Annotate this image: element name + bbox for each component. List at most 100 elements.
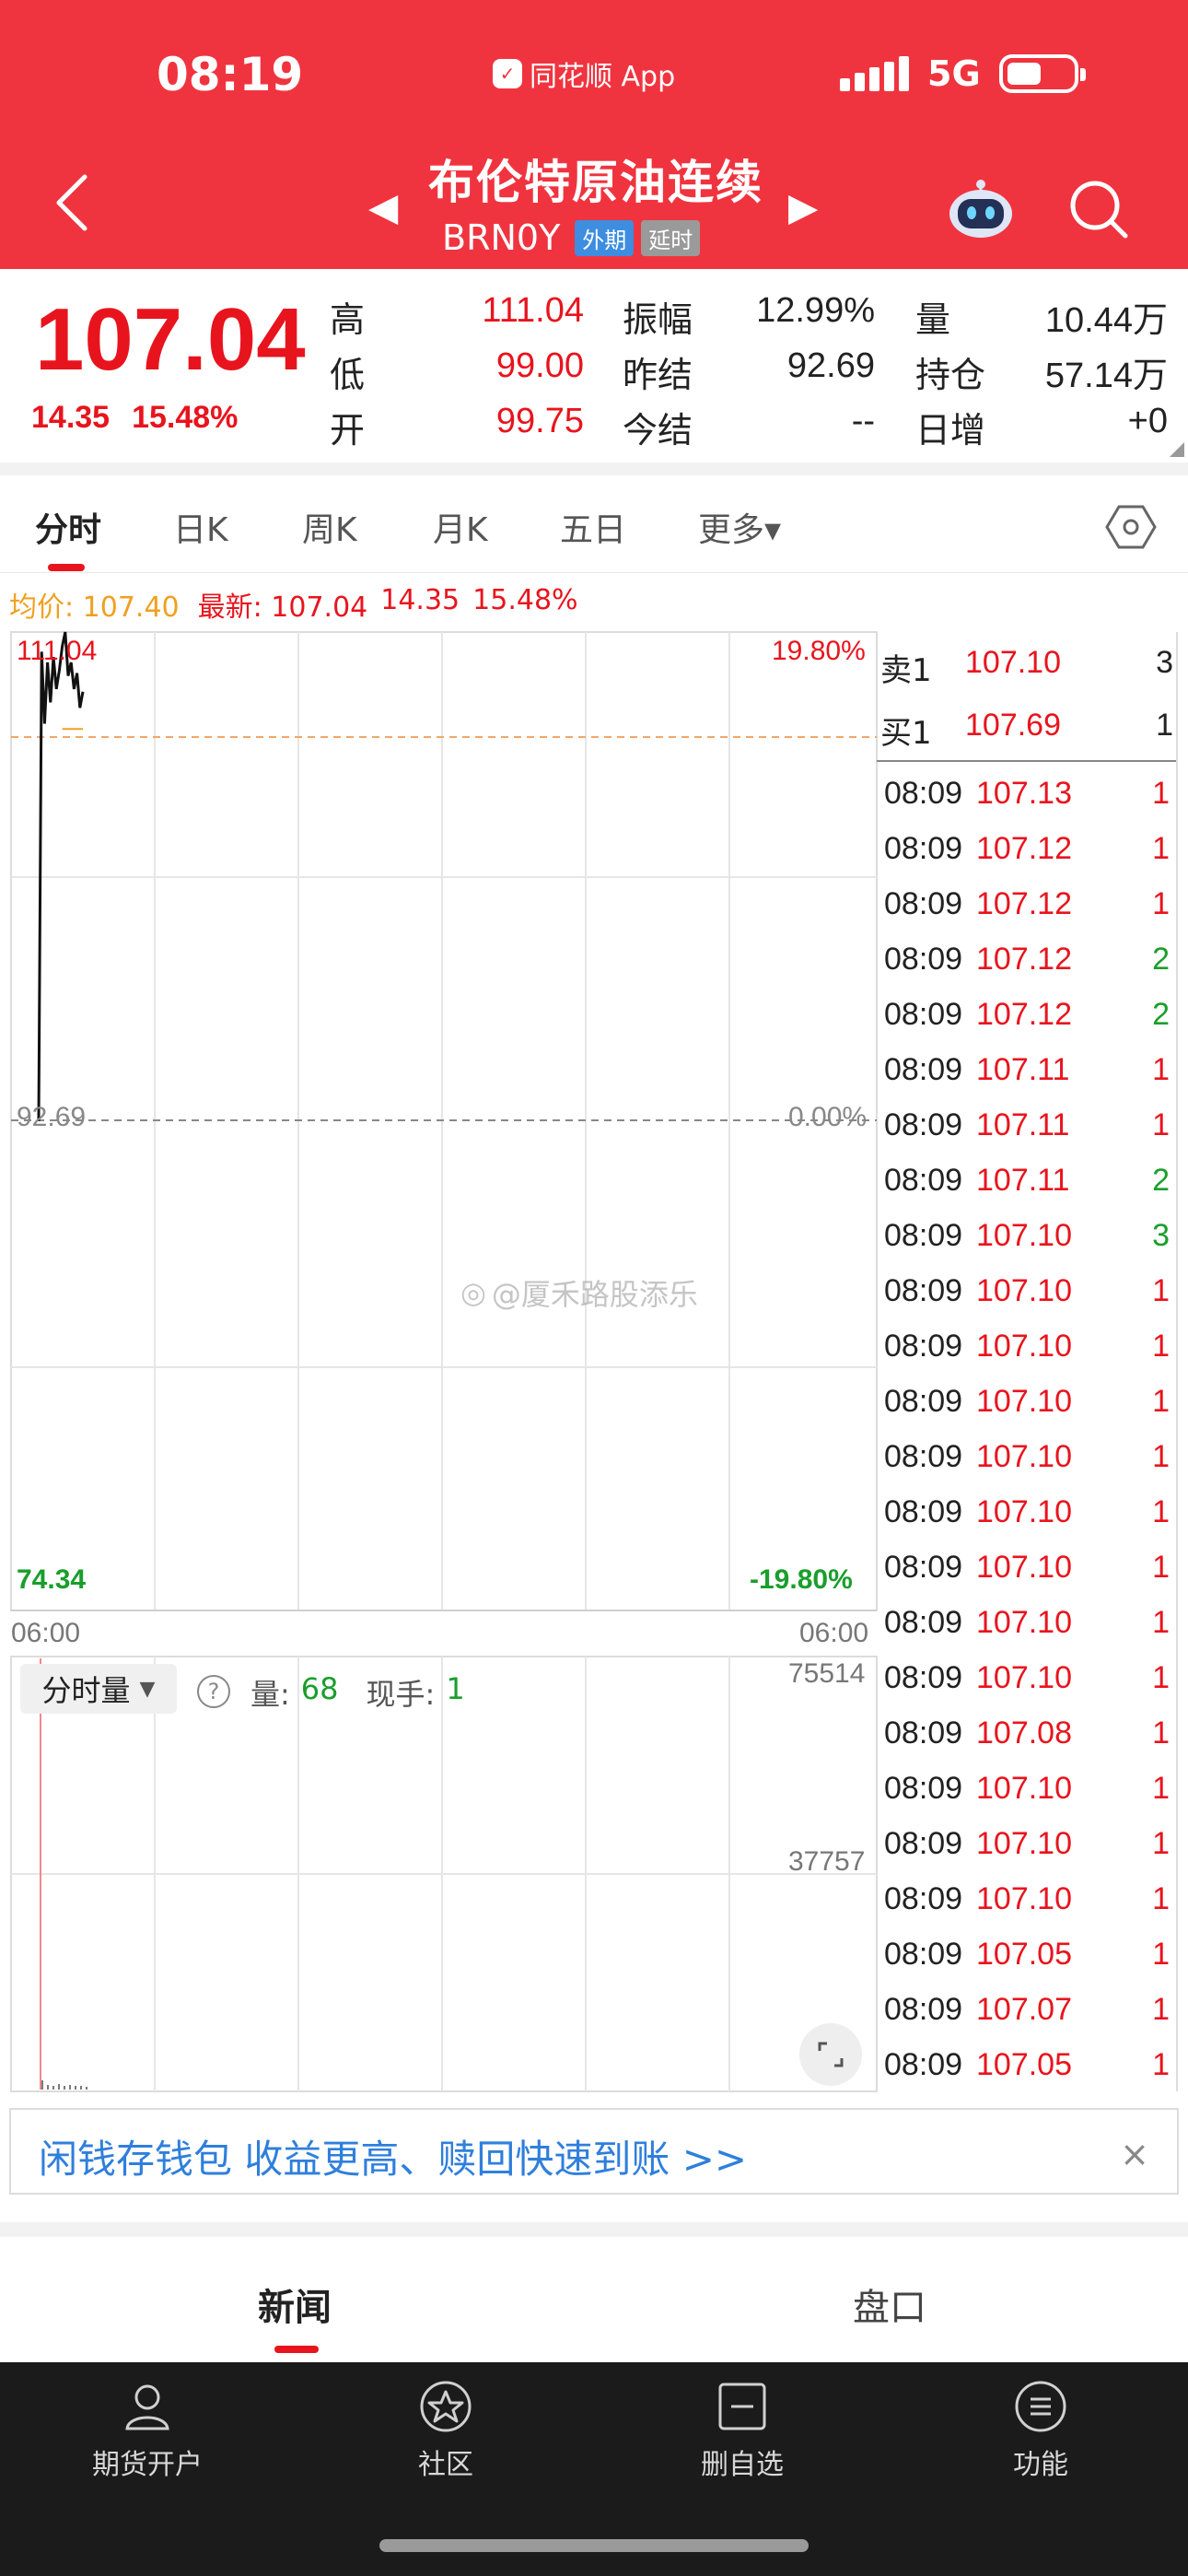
menu-list-icon — [1015, 2381, 1066, 2432]
community-star-icon — [420, 2381, 472, 2432]
trade-time: 08:09 — [884, 1550, 963, 1585]
trade-time: 08:09 — [884, 997, 963, 1032]
today-settle-value: -- — [851, 402, 875, 440]
trade-qty: 1 — [1152, 1550, 1170, 1585]
volume-type-dropdown[interactable]: 分时量 ▼ — [20, 1664, 177, 1714]
trade-time: 08:09 — [884, 1826, 963, 1861]
expand-corner-icon[interactable] — [1170, 442, 1184, 457]
trade-qty: 1 — [1152, 886, 1170, 921]
active-bottom-tab-indicator — [274, 2346, 319, 2353]
sell-1-label: 卖1 — [880, 652, 932, 689]
trade-qty: 1 — [1152, 2047, 1170, 2082]
sell-1-price: 107.10 — [965, 645, 1061, 680]
nav-functions[interactable]: 功能 — [949, 2379, 1133, 2482]
next-contract-icon[interactable]: ▶ — [788, 184, 818, 229]
nav-community[interactable]: 社区 — [354, 2379, 538, 2482]
trade-qty: 2 — [1152, 1163, 1170, 1198]
trade-price: 107.12 — [976, 997, 1072, 1032]
nav-remove-watchlist[interactable]: 删自选 — [650, 2379, 834, 2482]
hand-value: 1 — [446, 1671, 465, 1706]
promo-banner-link[interactable]: 闲钱存钱包 收益更高、赎回快速到账 >> — [39, 2128, 747, 2184]
trade-qty: 2 — [1152, 942, 1170, 977]
volume-label: 量 — [915, 299, 951, 340]
back-arrow-icon[interactable] — [53, 173, 90, 232]
trade-qty: 1 — [1152, 831, 1170, 866]
last-price: 107.04 — [35, 290, 306, 389]
chart-base-pct: 0.00% — [788, 1102, 868, 1132]
trade-time: 08:09 — [884, 1439, 963, 1474]
trade-time: 08:09 — [884, 776, 963, 811]
remove-watchlist-icon — [718, 2383, 766, 2430]
network-label: 5G — [927, 53, 981, 94]
trade-price: 107.12 — [976, 886, 1072, 921]
section-divider — [0, 2222, 1188, 2237]
settings-hexagon-icon[interactable] — [1105, 501, 1157, 553]
trade-price: 107.10 — [976, 1660, 1072, 1695]
trade-time: 08:09 — [884, 942, 963, 977]
promo-banner: 闲钱存钱包 收益更高、赎回快速到账 >> × — [9, 2108, 1179, 2195]
chart-high-pct: 19.80% — [772, 636, 866, 666]
nav-futures-account[interactable]: 期货开户 — [55, 2379, 239, 2482]
trade-qty: 3 — [1152, 1218, 1170, 1253]
trade-qty: 1 — [1152, 1329, 1170, 1364]
trade-qty: 1 — [1152, 776, 1170, 811]
trade-time: 08:09 — [884, 1881, 963, 1916]
high-label: 高 — [330, 299, 366, 340]
trade-price: 107.12 — [976, 831, 1072, 866]
today-settle-label: 今结 — [623, 410, 693, 451]
low-label: 低 — [330, 355, 366, 395]
sell-1-qty: 3 — [1156, 645, 1173, 680]
trade-qty: 1 — [1152, 1052, 1170, 1087]
trade-price: 107.10 — [976, 1329, 1072, 1364]
nav-label: 期货开户 — [92, 2449, 203, 2481]
avg-price-label: 均价: 107.40 — [9, 591, 180, 624]
contract-subtitle: BRN0Y 外期 延时 — [442, 217, 701, 258]
tab-daily-k[interactable]: 日K — [173, 503, 228, 551]
fullscreen-expand-icon[interactable] — [799, 2023, 862, 2086]
tab-order-book[interactable]: 盘口 — [853, 2277, 926, 2331]
tab-five-day[interactable]: 五日 — [560, 503, 626, 551]
prev-contract-icon[interactable]: ◀ — [368, 184, 398, 229]
help-icon[interactable]: ? — [197, 1675, 230, 1708]
trade-qty: 1 — [1152, 1384, 1170, 1419]
trade-qty: 1 — [1152, 1937, 1170, 1972]
trade-price: 107.10 — [976, 1826, 1072, 1861]
info-change-pct: 15.48% — [472, 584, 578, 616]
chart-tabs: 分时 日K 周K 月K 五日 更多▾ — [0, 475, 1188, 573]
tab-more[interactable]: 更多▾ — [698, 503, 781, 551]
trade-price: 107.08 — [976, 1715, 1072, 1751]
home-indicator[interactable] — [379, 2539, 809, 2552]
vol-label: 量: — [250, 1677, 290, 1712]
trade-qty: 2 — [1152, 997, 1170, 1032]
volume-max-label: 75514 — [788, 1658, 866, 1689]
price-change: 14.35 15.48% — [31, 400, 238, 436]
trade-time: 08:09 — [884, 1273, 963, 1308]
trade-price: 107.10 — [976, 1771, 1072, 1806]
change-percent: 15.48% — [132, 400, 239, 435]
trade-qty: 1 — [1152, 1107, 1170, 1142]
low-value: 99.00 — [495, 346, 584, 385]
amplitude-value: 12.99% — [756, 291, 875, 330]
trade-time: 08:09 — [884, 2047, 963, 2082]
tab-monthly-k[interactable]: 月K — [433, 503, 488, 551]
chart-time-end: 06:00 — [799, 1618, 869, 1648]
trade-time: 08:09 — [884, 1715, 963, 1751]
nav-label: 社区 — [418, 2449, 473, 2481]
trade-qty: 1 — [1152, 1715, 1170, 1751]
trade-time: 08:09 — [884, 1384, 963, 1419]
trade-time: 08:09 — [884, 1218, 963, 1253]
search-icon[interactable] — [1066, 177, 1131, 241]
buy-1-qty: 1 — [1156, 708, 1173, 743]
tab-intraday[interactable]: 分时 — [35, 503, 101, 551]
volume-bars — [41, 2080, 87, 2090]
trade-time: 08:09 — [884, 831, 963, 866]
tab-news[interactable]: 新闻 — [258, 2277, 332, 2331]
user-account-icon — [125, 2384, 169, 2430]
amplitude-label: 振幅 — [623, 299, 693, 340]
trade-qty: 1 — [1152, 1273, 1170, 1308]
tab-weekly-k[interactable]: 周K — [302, 503, 357, 551]
close-icon[interactable]: × — [1120, 2134, 1149, 2174]
trade-price: 107.10 — [976, 1550, 1072, 1585]
hand-label: 现手: — [366, 1677, 436, 1712]
robot-assistant-icon[interactable] — [945, 179, 1017, 240]
